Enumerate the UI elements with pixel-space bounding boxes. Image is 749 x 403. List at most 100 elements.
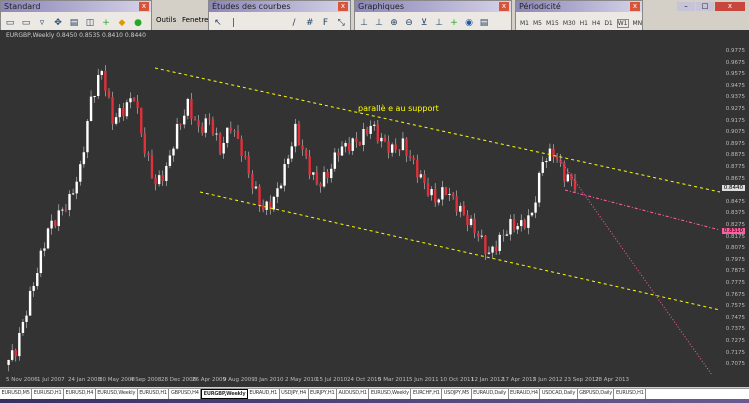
candle (132, 98, 136, 102)
date-axis-label: 23 Sep 2012 (564, 377, 599, 383)
candle (233, 130, 236, 132)
upper-channel-line[interactable] (154, 67, 721, 193)
chart-tab[interactable]: EURUSD,H1 (138, 389, 170, 399)
candle (25, 315, 28, 322)
candle (287, 158, 290, 165)
chart-tab[interactable]: EURUSD,H1 (32, 389, 64, 399)
chart-tab[interactable]: EURAUD,H4 (509, 389, 541, 399)
date-axis-label: 5 Jun 2011 (409, 377, 439, 383)
candle (398, 149, 401, 151)
candle (53, 220, 57, 226)
price-axis-label: 0.9275 (725, 106, 745, 112)
price-axis-label: 0.9575 (725, 71, 745, 78)
candle (36, 273, 39, 286)
candle (294, 123, 297, 147)
chart-tab[interactable]: USDJPY,M5 (442, 389, 472, 399)
candle (559, 159, 562, 163)
candle (541, 162, 544, 173)
price-axis-label: 0.7575 (725, 303, 745, 310)
candle (122, 108, 125, 117)
candle (466, 214, 469, 226)
candle (469, 218, 473, 226)
date-axis-label: 28 Apr 2013 (595, 377, 630, 383)
candle (433, 189, 437, 203)
chart-tab[interactable]: USDJPY,H4 (280, 389, 309, 399)
candle (416, 159, 419, 178)
candle (451, 193, 455, 197)
candle (480, 235, 483, 237)
price-axis-label: 0.8475 (725, 198, 745, 205)
chart-tab[interactable]: EURUSD,M5 (0, 389, 33, 399)
candle (279, 185, 283, 189)
pink-projection-line[interactable] (559, 159, 713, 376)
candle (7, 359, 10, 365)
chart-tab[interactable]: EURUSD,H4 (64, 389, 96, 399)
price-axis-label: 0.8375 (725, 210, 745, 217)
chart-tab[interactable]: EURJPY,H1 (309, 389, 337, 399)
chart-tab[interactable]: AUDUSD,H1 (337, 389, 370, 399)
date-axis-label: 10 Oct 2011 (440, 377, 475, 383)
candle (114, 117, 118, 124)
candle (200, 126, 204, 133)
candle (14, 350, 17, 357)
candle (140, 107, 143, 134)
price-axis-label: 0.8975 (725, 140, 745, 147)
chart-tab[interactable]: GBPUSD,H4 (169, 389, 202, 399)
candle (322, 172, 326, 187)
chart-tab[interactable]: EURAUD,H1 (248, 389, 280, 399)
candle (236, 130, 240, 139)
candle (218, 133, 222, 154)
price-axis-label: 0.8875 (725, 152, 745, 159)
candle (136, 101, 139, 108)
candle (408, 155, 412, 159)
candle (534, 202, 537, 213)
candle (258, 186, 261, 206)
candle (168, 155, 172, 166)
chart-header: EURGBP,Weekly 0.8450 0.8535 0.8410 0.844… (6, 32, 146, 39)
chart-tab[interactable]: EURAUD,Daily (472, 389, 509, 399)
chart-tab[interactable]: EURGBP,Weekly (201, 389, 248, 399)
chart-tab[interactable]: EURCHF,H1 (411, 389, 443, 399)
candle (261, 205, 265, 210)
chart-tab[interactable]: USDCAD,Daily (540, 389, 578, 399)
candle (365, 128, 369, 134)
chart-tab[interactable]: GBPUSD,Daily (578, 389, 615, 399)
candle (405, 138, 408, 156)
candle (390, 144, 394, 153)
chart-tab[interactable]: EURUSD,H1 (614, 389, 647, 399)
price-axis-label: 0.8675 (725, 175, 745, 182)
chart-tab[interactable]: EURUSD,Weekly (96, 389, 138, 399)
candle (254, 186, 258, 189)
candle (498, 234, 501, 251)
price-axis-label: 0.9175 (725, 117, 745, 124)
pink-trend-line[interactable] (564, 189, 721, 231)
candle (312, 172, 315, 175)
candle (190, 98, 193, 119)
candle (344, 143, 347, 147)
candle (347, 143, 351, 151)
candle (487, 252, 491, 254)
candle (107, 90, 111, 97)
date-axis-label: 26 Apr 2009 (192, 377, 227, 383)
price-axis-label: 0.7975 (725, 256, 745, 263)
chart-tab[interactable]: EURUSD,Weekly (369, 389, 412, 399)
candle (437, 199, 440, 203)
candle (494, 246, 498, 251)
candle (18, 332, 21, 357)
candle (93, 96, 96, 98)
date-axis-label: 2 May 2010 (285, 377, 318, 383)
candle (283, 164, 286, 186)
candle (304, 149, 308, 157)
price-axis-label: 0.7475 (725, 314, 745, 321)
candle (358, 142, 362, 145)
candle (566, 174, 570, 182)
price-axis-label: 0.7675 (725, 291, 745, 298)
candle (243, 155, 247, 157)
candle (104, 71, 107, 91)
chart-canvas[interactable] (0, 0, 749, 403)
candle (86, 120, 89, 153)
candle (229, 127, 233, 131)
candle (208, 118, 211, 120)
candle (530, 212, 534, 216)
date-axis-label: 5 Nov 2006 (6, 377, 38, 383)
